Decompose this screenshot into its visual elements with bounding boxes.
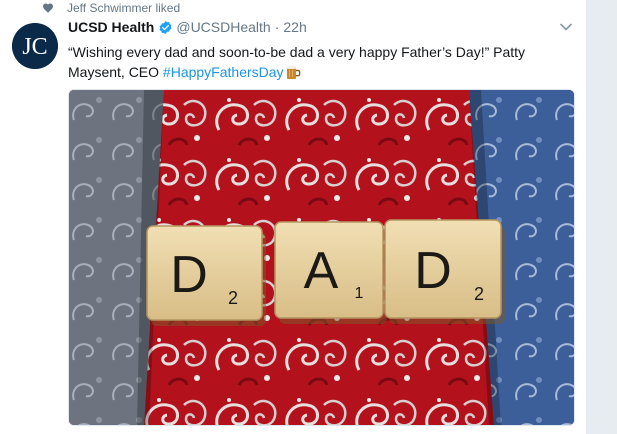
author-handle[interactable]: @UCSDHealth [176,19,270,35]
tweet-header: UCSD Health @UCSDHealth · 22h [68,19,577,35]
tweet-text: “Wishing every dad and soon-to-be dad a … [68,42,538,82]
tile-2-letter: A [304,242,339,300]
author-name[interactable]: UCSD Health [68,19,154,35]
tweet-timestamp[interactable]: 22h [283,19,306,35]
tile-1-value: 2 [228,288,238,308]
tweet-photo[interactable]: D 2 A 1 D 2 [68,89,575,426]
dad-scrabble-tiles-image: D 2 A 1 D 2 [69,90,574,425]
beer-mug-emoji-icon [286,66,300,79]
tile-3-value: 2 [474,284,484,304]
tile-2-value: 1 [355,285,364,302]
social-context-text[interactable]: Jeff Schwimmer liked [67,1,180,15]
tile-1-letter: D [170,246,208,304]
avatar[interactable]: JC [12,23,58,69]
verified-badge-icon [159,20,172,34]
chevron-down-icon[interactable] [560,22,572,32]
heart-icon [43,3,53,13]
avatar-monogram: JC [22,34,47,60]
scrabble-tile-3: D 2 [384,219,505,324]
page-background-gutter [586,0,617,434]
scrabble-tile-2: A 1 [274,221,387,324]
social-context: Jeff Schwimmer liked [40,0,180,16]
separator-dot: · [274,19,280,35]
scrabble-tile-1: D 2 [146,225,266,326]
tile-3-letter: D [414,242,452,300]
ucsd-logo: JC [12,23,58,69]
hashtag-link[interactable]: #HappyFathersDay [163,64,284,80]
